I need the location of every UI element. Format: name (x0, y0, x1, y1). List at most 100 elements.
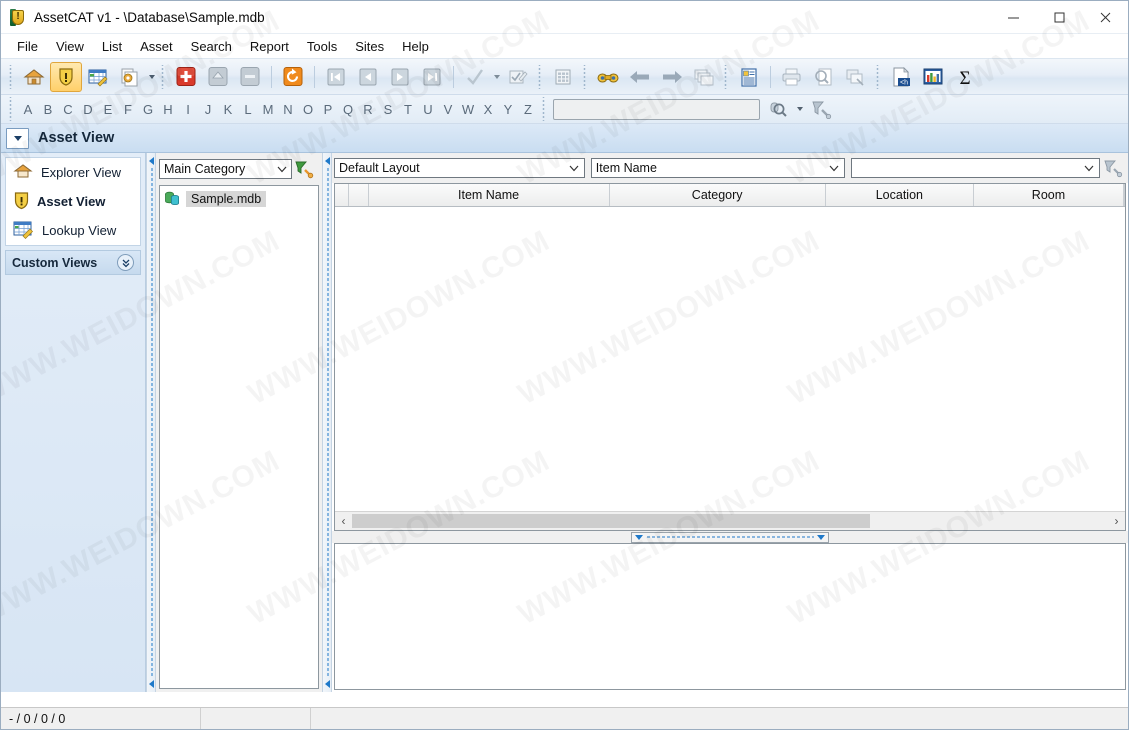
alpha-filter-v[interactable]: V (438, 102, 458, 117)
navigate-forward-icon[interactable] (656, 62, 688, 92)
tree-splitter[interactable] (322, 153, 332, 692)
searchbar-grip[interactable] (541, 97, 548, 121)
detail-splitter[interactable] (332, 531, 1128, 543)
alpha-filter-c[interactable]: C (58, 102, 78, 117)
maximize-icon[interactable] (1036, 1, 1082, 33)
alpha-filter-e[interactable]: E (98, 102, 118, 117)
toolbar-grip-2[interactable] (160, 64, 167, 89)
alpha-filter-f[interactable]: F (118, 102, 138, 117)
menu-item-help[interactable]: Help (393, 36, 438, 57)
asset-grid[interactable]: Item Name Category Location Room ‹ › (334, 183, 1126, 531)
chevron-right-icon[interactable]: › (1108, 513, 1125, 530)
alpha-filter-i[interactable]: I (178, 102, 198, 117)
chevron-down-icon[interactable] (567, 165, 582, 172)
alpha-filter-n[interactable]: N (278, 102, 298, 117)
minimize-icon[interactable] (990, 1, 1036, 33)
alpha-filter-y[interactable]: Y (498, 102, 518, 117)
close-icon[interactable] (1082, 1, 1128, 33)
alpha-filter-z[interactable]: Z (518, 102, 538, 117)
menu-item-view[interactable]: View (47, 36, 93, 57)
grid-horizontal-scrollbar[interactable]: ‹ › (335, 511, 1125, 530)
refresh-icon[interactable] (277, 62, 309, 92)
sidebar-item-explorer-view[interactable]: Explorer View (6, 158, 140, 187)
connect-plug-icon[interactable] (292, 154, 316, 184)
binoculars-icon[interactable] (592, 62, 624, 92)
database-tree[interactable]: Sample.mdb (159, 185, 319, 689)
alpha-filter-q[interactable]: Q (338, 102, 358, 117)
alpha-filter-t[interactable]: T (398, 102, 418, 117)
alpha-filter-r[interactable]: R (358, 102, 378, 117)
alpha-filter-l[interactable]: L (238, 102, 258, 117)
toolbar-grip-6[interactable] (875, 64, 882, 89)
alpha-filter-j[interactable]: J (198, 102, 218, 117)
chevron-down-icon[interactable] (274, 166, 289, 173)
search-input[interactable] (553, 98, 760, 120)
layout-combo[interactable]: Default Layout (334, 158, 585, 178)
menu-item-report[interactable]: Report (241, 36, 298, 57)
navigate-back-icon[interactable] (624, 62, 656, 92)
alpha-filter-k[interactable]: K (218, 102, 238, 117)
menu-item-list[interactable]: List (93, 36, 131, 57)
sidebar-section-custom-views[interactable]: Custom Views (5, 250, 141, 275)
triangle-down-icon[interactable] (635, 534, 643, 540)
search-magnifier-icon[interactable] (762, 94, 794, 124)
report-document-icon[interactable] (733, 62, 765, 92)
toolbar-grip-5[interactable] (723, 64, 730, 89)
filter-plug-icon[interactable] (1100, 153, 1126, 183)
menu-item-search[interactable]: Search (182, 36, 241, 57)
document-settings-icon[interactable] (114, 62, 146, 92)
menu-item-asset[interactable]: Asset (131, 36, 182, 57)
asset-shield-icon[interactable] (50, 61, 82, 92)
alpha-filter-b[interactable]: B (38, 102, 58, 117)
toolbar-grip-3[interactable] (537, 64, 544, 89)
grid-column-room[interactable]: Room (974, 184, 1125, 206)
triangle-down-icon[interactable] (817, 534, 825, 540)
tree-node-sample-mdb[interactable]: Sample.mdb (160, 189, 318, 209)
triangle-left-icon[interactable] (324, 157, 330, 165)
detail-panel[interactable] (334, 543, 1126, 690)
alpha-filter-w[interactable]: W (458, 102, 478, 117)
export-html-icon[interactable]: <h (885, 62, 917, 92)
search-options-dropdown-icon[interactable] (794, 95, 805, 123)
grid-column-location[interactable]: Location (826, 184, 974, 206)
triangle-left-icon[interactable] (148, 157, 154, 165)
alpha-filter-m[interactable]: M (258, 102, 278, 117)
home-icon[interactable] (18, 62, 50, 92)
filter-plug-icon[interactable] (805, 94, 837, 124)
sidebar-item-lookup-view[interactable]: Lookup View (6, 216, 140, 245)
value-combo[interactable] (850, 158, 1100, 178)
view-dropdown-icon[interactable] (6, 127, 29, 149)
menu-item-tools[interactable]: Tools (298, 36, 346, 57)
alpha-filter-u[interactable]: U (418, 102, 438, 117)
sidebar-splitter[interactable] (146, 153, 156, 692)
field-combo[interactable]: Item Name (590, 158, 845, 178)
alpha-filter-g[interactable]: G (138, 102, 158, 117)
double-chevron-down-icon[interactable] (117, 254, 134, 271)
alpha-filter-h[interactable]: H (158, 102, 178, 117)
triangle-left-icon[interactable] (148, 680, 154, 688)
triangle-left-icon[interactable] (324, 680, 330, 688)
lookup-grid-icon[interactable] (82, 62, 114, 92)
alpha-filter-d[interactable]: D (78, 102, 98, 117)
category-combo[interactable]: Main Category (159, 159, 292, 179)
alpha-filter-o[interactable]: O (298, 102, 318, 117)
alphabar-grip[interactable] (8, 97, 15, 121)
alpha-filter-s[interactable]: S (378, 102, 398, 117)
grid-column-category[interactable]: Category (610, 184, 826, 206)
menu-item-file[interactable]: File (8, 36, 47, 57)
document-settings-dropdown-icon[interactable] (146, 63, 157, 91)
scrollbar-track[interactable] (352, 513, 1108, 529)
grid-column-item-name[interactable]: Item Name (369, 184, 610, 206)
sum-sigma-icon[interactable]: Σ (949, 62, 981, 92)
sidebar-item-asset-view[interactable]: Asset View (6, 187, 140, 216)
alpha-filter-x[interactable]: X (478, 102, 498, 117)
alpha-filter-a[interactable]: A (18, 102, 38, 117)
chevron-left-icon[interactable]: ‹ (335, 513, 352, 530)
chart-icon[interactable] (917, 62, 949, 92)
toolbar-grip[interactable] (8, 64, 15, 89)
grid-column-selector[interactable] (335, 184, 349, 206)
menu-item-sites[interactable]: Sites (346, 36, 393, 57)
check-mark-dropdown-icon[interactable] (491, 63, 502, 91)
grid-column-icon[interactable] (349, 184, 369, 206)
chevron-down-icon[interactable] (827, 165, 842, 172)
